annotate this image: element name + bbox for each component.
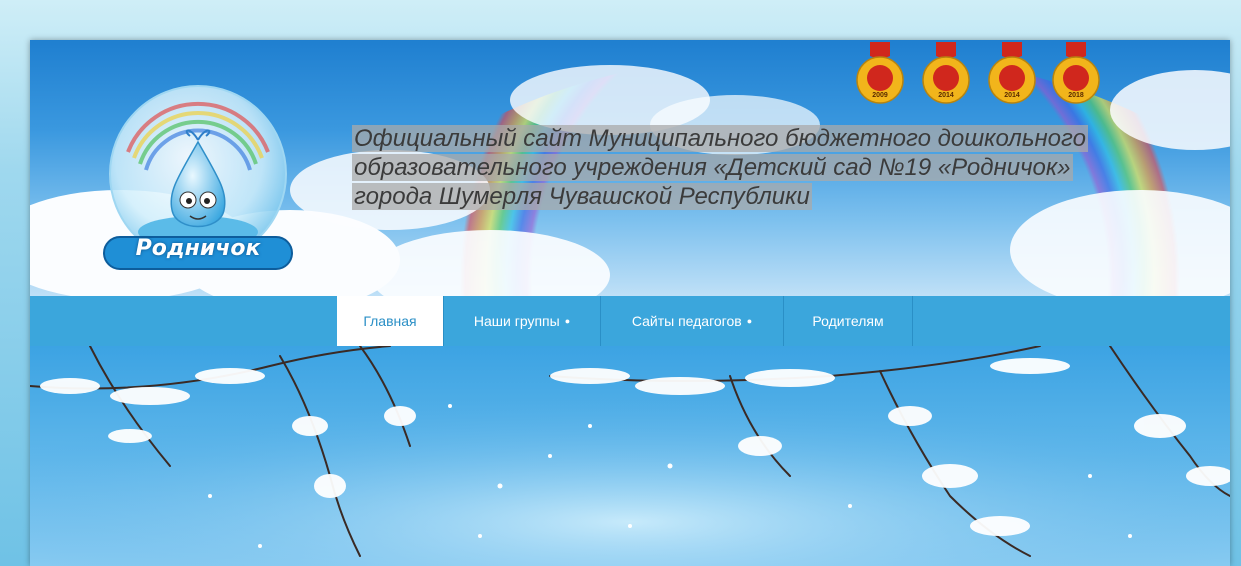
award-medal-icon: 2018 <box>1052 42 1100 110</box>
page-container: Родничок Официальный сайт Муниципального… <box>30 40 1230 566</box>
site-title-line: города Шумерля Чувашской Республики <box>352 183 812 210</box>
nav-item-our-groups[interactable]: Наши группы ● <box>444 296 601 346</box>
nav-item-label: Родителям <box>812 313 884 329</box>
site-logo[interactable]: Родничок <box>98 82 298 272</box>
medal-year: 2009 <box>872 92 888 99</box>
award-medal-icon: 2009 <box>856 42 904 110</box>
site-title: Официальный сайт Муниципального бюджетно… <box>352 124 1182 211</box>
award-medal-icon: 2014 <box>988 42 1036 110</box>
nav-item-parents[interactable]: Родителям <box>784 296 913 346</box>
nav-item-home[interactable]: Главная <box>337 296 444 346</box>
main-nav: Главная Наши группы ● Сайты педагогов ● … <box>30 296 1230 346</box>
hero-slide-image <box>30 346 1230 566</box>
site-title-line: Официальный сайт Муниципального бюджетно… <box>352 125 1088 152</box>
submenu-dot-icon: ● <box>564 316 571 326</box>
site-title-line: образовательного учреждения «Детский сад… <box>352 154 1073 181</box>
medal-year: 2014 <box>938 92 954 99</box>
submenu-dot-icon: ● <box>746 316 753 326</box>
award-medal-icon: 2014 <box>922 42 970 110</box>
logo-text: Родничок <box>135 236 261 261</box>
snowy-branches-illustration <box>30 346 1230 566</box>
nav-item-label: Сайты педагогов <box>631 313 742 329</box>
award-medals: 2009 2014 2014 2018 <box>856 42 1106 112</box>
medal-year: 2014 <box>1004 92 1020 99</box>
nav-item-label: Главная <box>363 313 417 329</box>
medal-year: 2018 <box>1068 92 1084 99</box>
nav-item-label: Наши группы <box>473 313 560 329</box>
nav-item-teacher-sites[interactable]: Сайты педагогов ● <box>601 296 784 346</box>
site-header: Родничок Официальный сайт Муниципального… <box>30 40 1230 296</box>
